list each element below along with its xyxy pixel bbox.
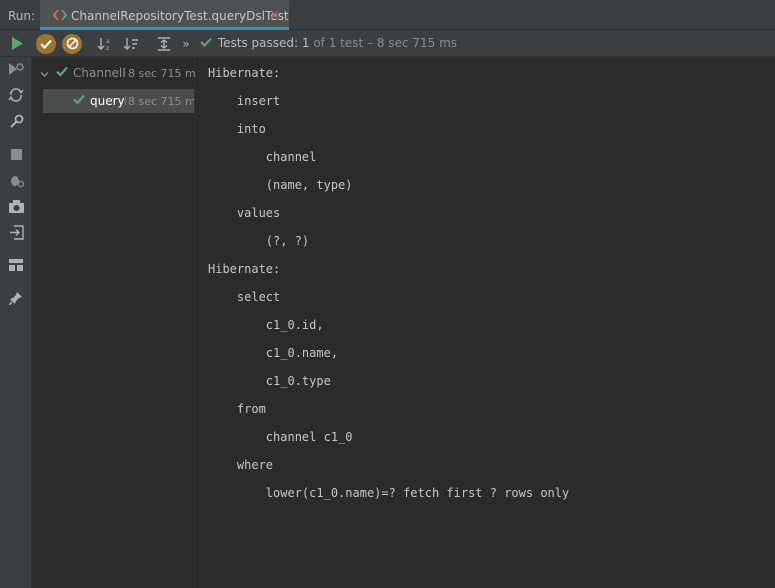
ignored-icon	[62, 33, 82, 54]
show-passed-toggle[interactable]	[35, 30, 57, 57]
debug-settings-icon[interactable]	[7, 171, 25, 189]
status-time: – 8 sec 715 ms	[367, 36, 458, 50]
wrench-icon[interactable]	[7, 112, 25, 130]
tree-node-test-method[interactable]: queryD 8 sec 715 ms	[43, 89, 194, 113]
run-tab[interactable]: ChannelRepositoryTest.queryDslTest ✕	[40, 0, 289, 30]
console-line: lower(c1_0.name)=? fetch first ? rows on…	[208, 486, 570, 500]
console-line: into	[208, 122, 266, 136]
import-tests-icon[interactable]	[7, 223, 25, 241]
test-runner-toolbar: a z » Tests passed: 1 of 1 test – 8 sec …	[0, 30, 775, 57]
status-count: 1	[301, 36, 310, 50]
console-line: from	[208, 402, 266, 416]
more-actions-icon[interactable]: »	[179, 30, 193, 57]
tree-node-test-class[interactable]: ChannelR 8 sec 715 ms	[32, 61, 195, 85]
console-line: c1_0.id,	[208, 318, 324, 332]
tab-title: ChannelRepositoryTest.queryDslTest	[71, 9, 289, 23]
tree-node-time: 8 sec 715 ms	[128, 67, 195, 80]
status-label: Tests passed:	[217, 36, 299, 50]
rerun-icon[interactable]	[8, 30, 26, 57]
run-label: Run:	[8, 9, 36, 23]
run-side-toolbar	[0, 57, 32, 588]
toggle-auto-test-icon[interactable]	[7, 86, 25, 104]
sort-by-duration-icon[interactable]	[122, 30, 140, 57]
expand-all-icon[interactable]	[155, 30, 173, 57]
console-output[interactable]: Hibernate: insert into channel (name, ty…	[195, 57, 775, 588]
close-tab-icon[interactable]: ✕	[269, 8, 280, 23]
check-icon	[36, 33, 56, 54]
console-line: values	[208, 206, 281, 220]
tree-node-time: 8 sec 715 ms	[128, 95, 194, 108]
console-line: select	[208, 290, 281, 304]
passed-check-icon	[56, 66, 68, 80]
test-tree: ChannelR 8 sec 715 ms queryD 8 sec 715 m…	[32, 57, 195, 588]
chevron-down-icon[interactable]	[40, 68, 49, 82]
svg-text:a: a	[106, 38, 110, 45]
status-check-icon	[200, 36, 214, 50]
console-line: Hibernate:	[208, 262, 281, 276]
console-line: c1_0.type	[208, 374, 331, 388]
console-line: c1_0.name,	[208, 346, 339, 360]
sort-alphabetically-icon[interactable]: a z	[96, 30, 114, 57]
console-line: channel c1_0	[208, 430, 353, 444]
console-line: channel	[208, 150, 317, 164]
console-line: Hibernate:	[208, 66, 281, 80]
rerun-failed-icon[interactable]	[7, 60, 25, 78]
run-tool-window-header: Run: ChannelRepositoryTest.queryDslTest …	[0, 0, 775, 30]
test-config-icon	[52, 9, 68, 24]
test-status: Tests passed: 1 of 1 test – 8 sec 715 ms	[200, 36, 457, 50]
pin-icon[interactable]	[7, 289, 25, 307]
camera-icon[interactable]	[7, 197, 25, 215]
svg-text:z: z	[106, 45, 109, 51]
stop-icon[interactable]	[7, 145, 25, 163]
console-line: (?, ?)	[208, 234, 310, 248]
tree-node-label: queryD	[90, 94, 126, 108]
passed-check-icon	[73, 94, 85, 108]
console-line: insert	[208, 94, 281, 108]
layout-icon[interactable]	[7, 256, 25, 274]
status-of-total: of 1 test	[313, 36, 364, 50]
show-ignored-toggle[interactable]	[61, 30, 83, 57]
console-line: (name, type)	[208, 178, 353, 192]
console-line: where	[208, 458, 274, 472]
tree-node-label: ChannelR	[73, 66, 125, 80]
